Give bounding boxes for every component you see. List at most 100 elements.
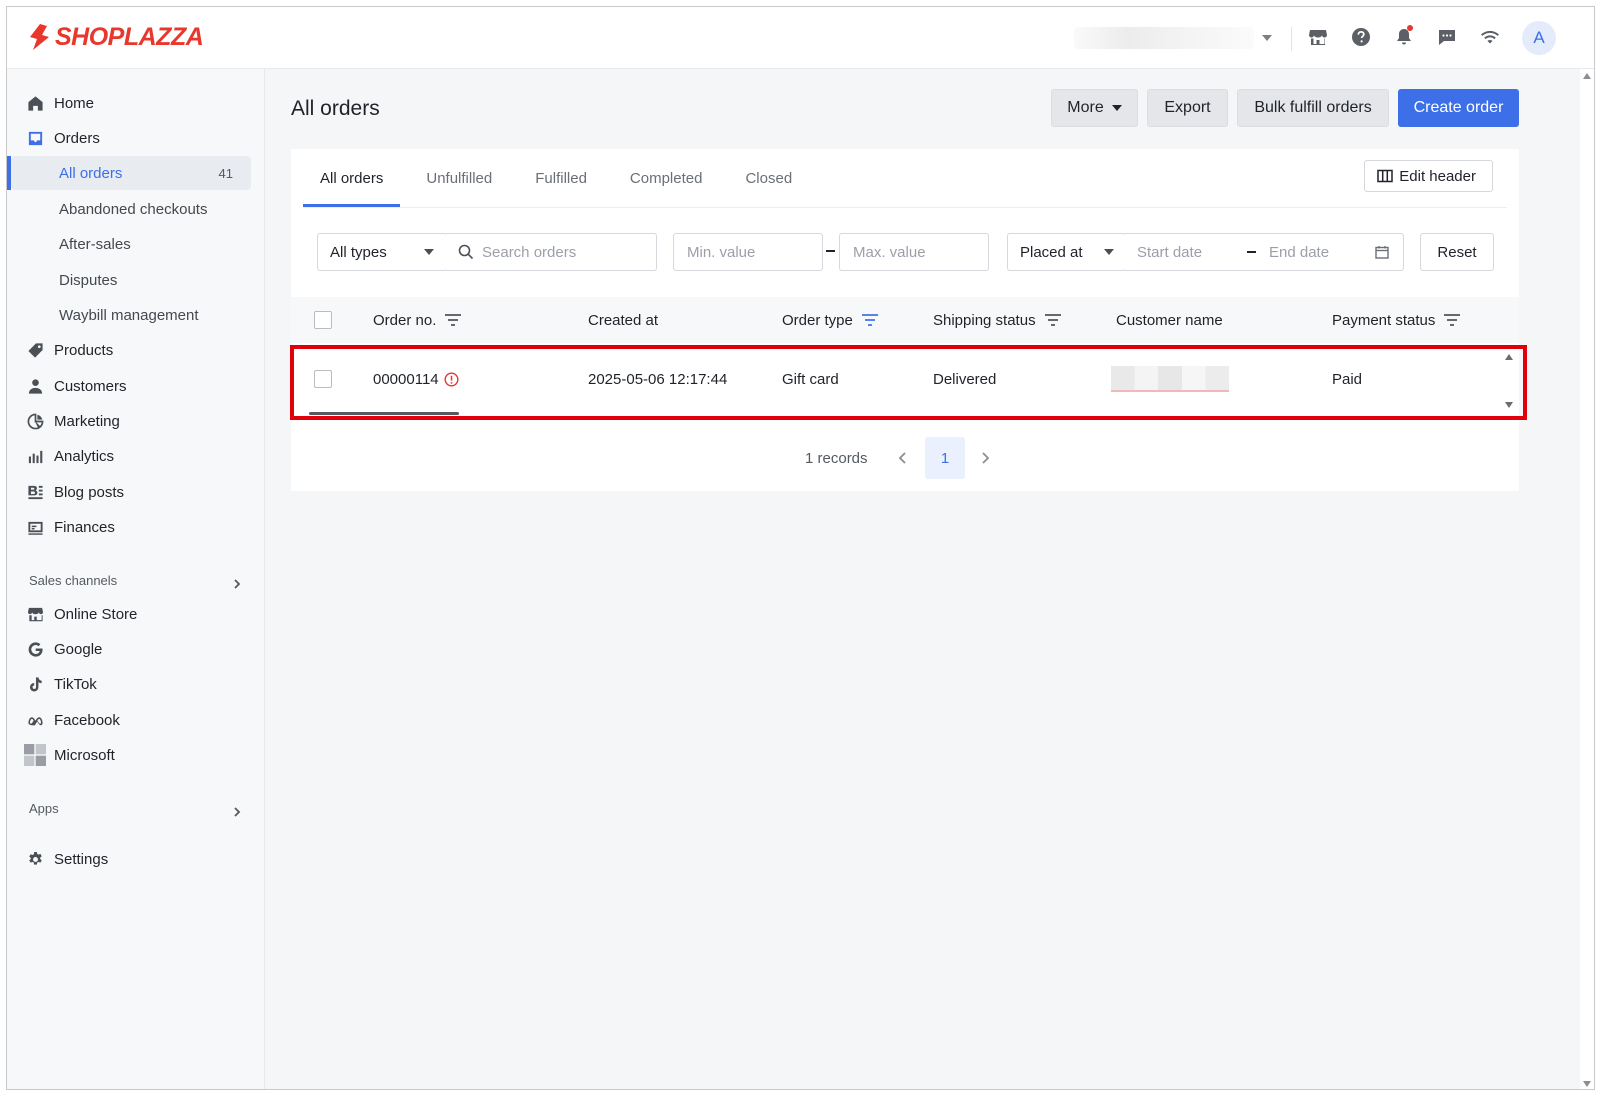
chevron-right-icon[interactable] bbox=[232, 804, 242, 817]
date-range-dash bbox=[1247, 251, 1256, 253]
sidebar-item-analytics[interactable]: Analytics bbox=[7, 439, 265, 473]
sidebar-item-label: Products bbox=[54, 341, 114, 359]
search-orders-field[interactable] bbox=[446, 233, 657, 271]
edit-header-label: Edit header bbox=[1399, 167, 1476, 185]
sidebar-item-label: Orders bbox=[54, 129, 100, 147]
notification-dot bbox=[1407, 25, 1413, 31]
sidebar-item-settings[interactable]: Settings bbox=[7, 842, 265, 876]
person-icon bbox=[26, 377, 44, 395]
reset-button[interactable]: Reset bbox=[1420, 233, 1494, 271]
scroll-up-arrow[interactable] bbox=[1505, 354, 1513, 360]
calendar-icon bbox=[1375, 246, 1389, 259]
chevron-left-icon[interactable] bbox=[896, 451, 910, 465]
bell-icon[interactable] bbox=[1391, 23, 1417, 51]
tab-fulfilled[interactable]: Fulfilled bbox=[518, 149, 604, 207]
avatar[interactable]: A bbox=[1522, 21, 1556, 55]
export-button-label: Export bbox=[1164, 99, 1211, 116]
sidebar-item-tiktok[interactable]: TikTok bbox=[7, 667, 265, 701]
sidebar-item-marketing[interactable]: Marketing bbox=[7, 404, 265, 438]
chat-icon[interactable] bbox=[1434, 23, 1460, 51]
row-checkbox[interactable] bbox=[314, 370, 332, 388]
tab-unfulfilled[interactable]: Unfulfilled bbox=[409, 149, 509, 207]
order-number[interactable]: 00000114 bbox=[373, 371, 439, 388]
date-range-field[interactable] bbox=[1124, 233, 1404, 271]
sidebar-item-online-store[interactable]: Online Store bbox=[7, 597, 265, 631]
store-selector[interactable] bbox=[1042, 25, 1272, 51]
horizontal-scrollbar[interactable] bbox=[309, 412, 459, 415]
sidebar-item-google[interactable]: Google bbox=[7, 632, 265, 666]
filter-active-icon[interactable] bbox=[861, 313, 879, 327]
chevron-right-icon[interactable] bbox=[232, 576, 242, 589]
shoplazza-logo[interactable]: SHOPLAZZA bbox=[27, 22, 204, 52]
chevron-right-icon[interactable] bbox=[978, 451, 992, 465]
orders-count-badge: 41 bbox=[218, 165, 233, 181]
filter-icon[interactable] bbox=[444, 313, 462, 327]
date-type-select[interactable]: Placed at bbox=[1007, 233, 1125, 271]
max-value-input[interactable] bbox=[853, 243, 978, 261]
search-input[interactable] bbox=[482, 243, 642, 261]
page-number-current[interactable]: 1 bbox=[925, 437, 965, 479]
sidebar-item-home[interactable]: Home bbox=[7, 86, 265, 120]
filter-icon[interactable] bbox=[1443, 313, 1461, 327]
tab-completed[interactable]: Completed bbox=[613, 149, 720, 207]
sidebar-item-products[interactable]: Products bbox=[7, 333, 265, 367]
column-order-no: Order no. bbox=[373, 297, 462, 343]
column-label: Created at bbox=[588, 311, 659, 329]
min-value-field[interactable] bbox=[673, 233, 823, 271]
scroll-up-arrow[interactable] bbox=[1583, 73, 1591, 79]
top-bar: SHOPLAZZA A bbox=[7, 7, 1594, 69]
tab-label: Closed bbox=[745, 169, 793, 187]
sidebar-item-facebook[interactable]: Facebook bbox=[7, 703, 265, 737]
bulk-fulfill-button[interactable]: Bulk fulfill orders bbox=[1237, 89, 1389, 127]
order-type-select[interactable]: All types bbox=[317, 233, 447, 271]
scroll-down-arrow[interactable] bbox=[1505, 402, 1513, 408]
sidebar-item-blog-posts[interactable]: Blog posts bbox=[7, 475, 265, 509]
table-row[interactable]: 00000114 2025-05-06 12:17:44 Gift card D… bbox=[291, 343, 1519, 415]
tab-label: Fulfilled bbox=[535, 169, 587, 187]
warning-icon bbox=[444, 371, 459, 387]
sidebar-item-microsoft[interactable]: Microsoft bbox=[7, 738, 265, 772]
tab-closed[interactable]: Closed bbox=[728, 149, 809, 207]
end-date-input[interactable] bbox=[1269, 243, 1369, 261]
max-value-field[interactable] bbox=[839, 233, 989, 271]
help-icon[interactable] bbox=[1348, 23, 1374, 51]
column-created-at: Created at bbox=[588, 297, 658, 343]
top-icons bbox=[1305, 23, 1503, 51]
select-all-checkbox[interactable] bbox=[314, 311, 332, 329]
min-value-input[interactable] bbox=[687, 243, 812, 261]
apps-heading: Apps bbox=[29, 801, 59, 816]
column-label: Order no. bbox=[373, 311, 437, 329]
created-at-cell: 2025-05-06 12:17:44 bbox=[588, 370, 728, 388]
sidebar-item-finances[interactable]: Finances bbox=[7, 510, 265, 544]
more-button[interactable]: More bbox=[1051, 89, 1138, 127]
order-type-value: All types bbox=[330, 243, 387, 261]
start-date-input[interactable] bbox=[1137, 243, 1247, 261]
sidebar-item-abandoned-checkouts[interactable]: Abandoned checkouts bbox=[7, 192, 265, 226]
sidebar-item-label: Blog posts bbox=[54, 483, 125, 501]
window-scrollbar[interactable] bbox=[1580, 69, 1594, 1089]
wifi-icon[interactable] bbox=[1477, 23, 1503, 51]
scroll-down-arrow[interactable] bbox=[1583, 1081, 1591, 1087]
tab-all-orders[interactable]: All orders bbox=[303, 149, 401, 207]
sidebar-item-waybill-management[interactable]: Waybill management bbox=[7, 298, 265, 332]
order-type-cell: Gift card bbox=[782, 370, 839, 388]
order-number-cell[interactable]: 00000114 bbox=[373, 343, 459, 415]
store-icon[interactable] bbox=[1305, 23, 1331, 51]
sidebar-item-disputes[interactable]: Disputes bbox=[7, 263, 265, 297]
sidebar-item-all-orders[interactable]: All orders 41 bbox=[11, 156, 251, 190]
create-order-button[interactable]: Create order bbox=[1398, 89, 1519, 127]
edit-header-button[interactable]: Edit header bbox=[1364, 160, 1493, 192]
sidebar-item-orders[interactable]: Orders bbox=[7, 121, 265, 155]
filter-icon[interactable] bbox=[1044, 313, 1062, 327]
column-order-type: Order type bbox=[782, 297, 879, 343]
sidebar-item-after-sales[interactable]: After-sales bbox=[7, 227, 265, 261]
sidebar-item-label: Customers bbox=[54, 377, 127, 395]
table-header: Order no. Created at Order type Shipping… bbox=[291, 297, 1519, 343]
sidebar-item-label: Google bbox=[54, 640, 103, 658]
export-button[interactable]: Export bbox=[1147, 89, 1228, 127]
sidebar-item-label: Online Store bbox=[54, 605, 138, 623]
sidebar-item-customers[interactable]: Customers bbox=[7, 369, 265, 403]
marketing-icon bbox=[26, 412, 44, 430]
date-type-value: Placed at bbox=[1020, 243, 1083, 261]
brand-name: SHOPLAZZA bbox=[55, 22, 204, 51]
